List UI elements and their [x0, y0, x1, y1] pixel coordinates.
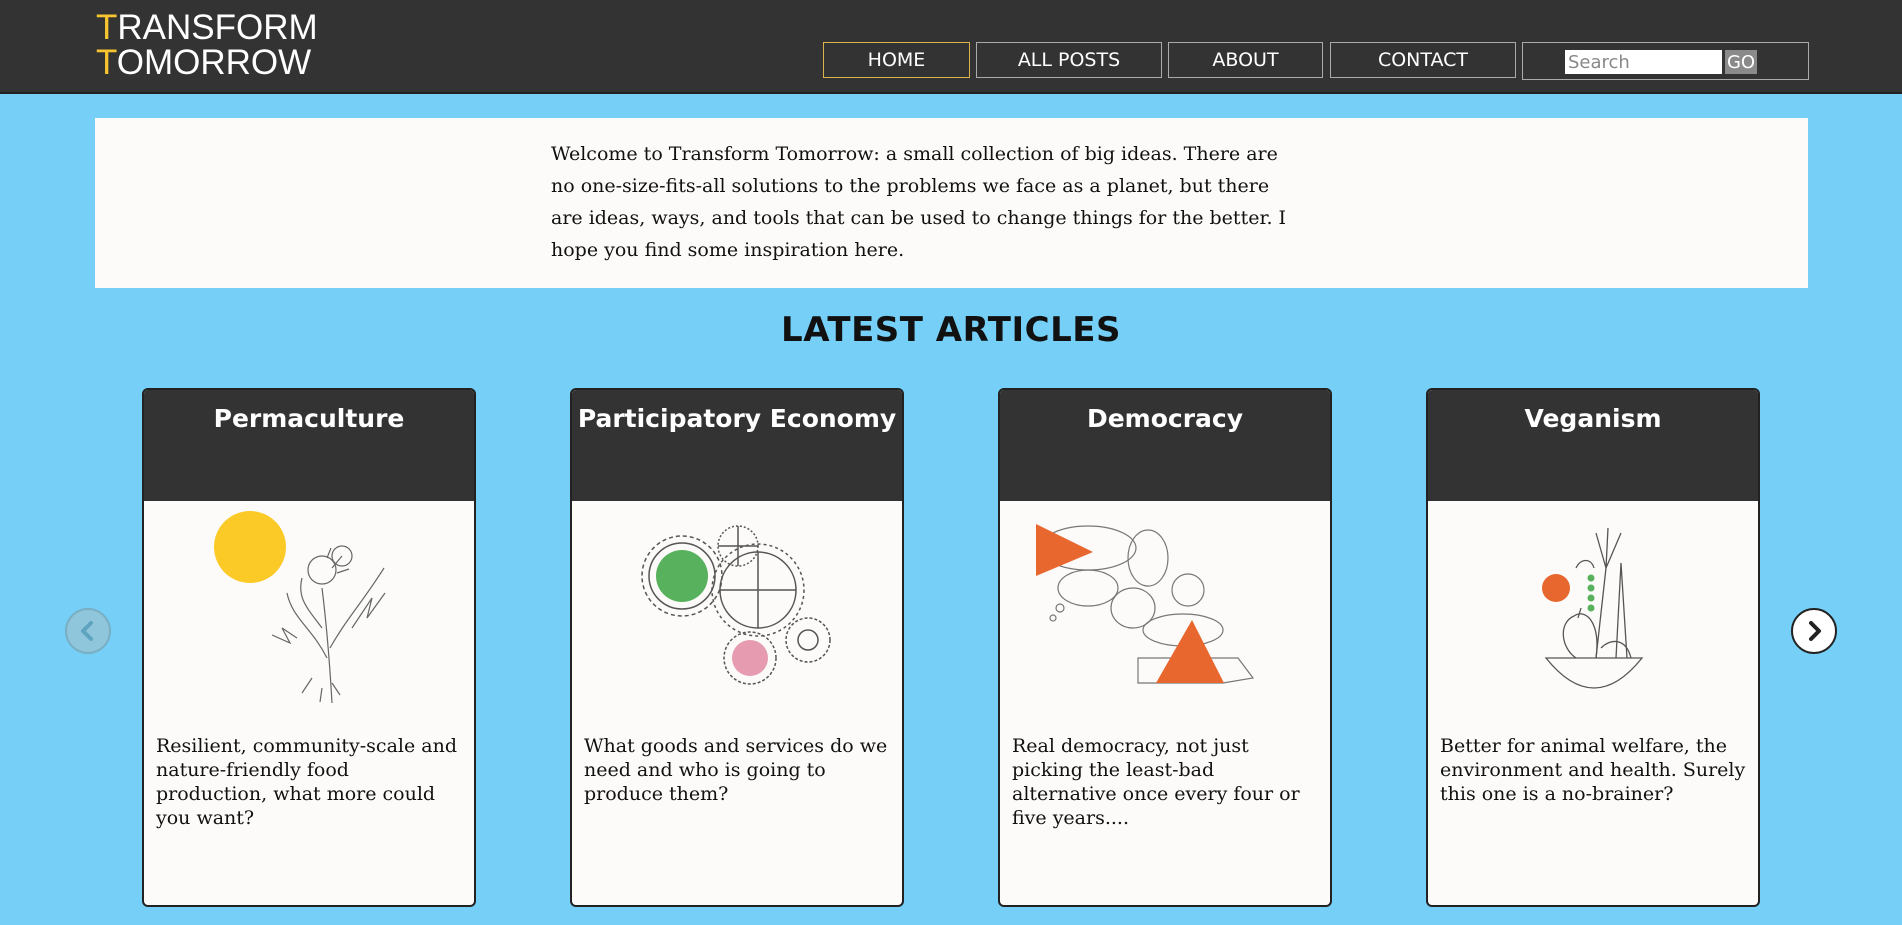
card-title: Democracy	[1086, 404, 1244, 433]
vegetable-bowl-illustration-icon	[1542, 527, 1644, 689]
card-title: Participatory Economy	[577, 404, 897, 433]
dandelion-illustration-icon	[214, 511, 386, 704]
nav-about[interactable]: ABOUT	[1168, 42, 1323, 78]
card-title: Veganism	[1524, 404, 1662, 433]
article-card-veganism[interactable]: Veganism Better for animal welfare, the …	[1426, 388, 1760, 907]
logo-word-2: OMORROW	[116, 43, 312, 82]
nav-contact[interactable]: CONTACT	[1330, 42, 1516, 78]
card-header: Permaculture	[144, 390, 474, 501]
intro-panel: Welcome to Transform Tomorrow: a small c…	[95, 118, 1808, 288]
search-go-button[interactable]: GO	[1725, 50, 1757, 74]
site-logo[interactable]: TRANSFORM TOMORROW	[96, 10, 318, 80]
logo-word-1: RANSFORM	[117, 8, 318, 47]
search-input[interactable]	[1565, 50, 1722, 74]
gears-illustration-icon	[641, 525, 831, 685]
chevron-left-icon	[81, 621, 93, 641]
article-card-democracy[interactable]: Democracy Real democracy, not just picki…	[998, 388, 1332, 907]
nav-all-posts[interactable]: ALL POSTS	[976, 42, 1162, 78]
card-header: Veganism	[1428, 390, 1758, 501]
card-description: Resilient, community-scale and nature-fr…	[156, 735, 457, 829]
card-description: Better for animal welfare, the environme…	[1440, 735, 1746, 805]
logo-cap-1: T	[96, 8, 118, 47]
card-header: Participatory Economy	[572, 390, 902, 501]
card-description: Real democracy, not just picking the lea…	[1012, 735, 1300, 829]
carousel-next-button[interactable]	[1791, 608, 1837, 654]
card-description: What goods and services do we need and w…	[584, 735, 888, 805]
speech-bubbles-illustration-icon	[1036, 524, 1255, 684]
site-header: TRANSFORM TOMORROW HOME ALL POSTS ABOUT …	[0, 0, 1902, 94]
latest-articles-heading: LATEST ARTICLES	[781, 310, 1121, 350]
nav-home[interactable]: HOME	[823, 42, 970, 78]
article-card-permaculture[interactable]: Permaculture Resilient, community-scale …	[142, 388, 476, 907]
card-header: Democracy	[1000, 390, 1330, 501]
chevron-right-icon	[1809, 621, 1821, 641]
carousel-prev-button[interactable]	[65, 608, 111, 654]
card-title: Permaculture	[213, 404, 405, 433]
search-box: GO	[1522, 42, 1809, 80]
logo-cap-2: T	[96, 43, 117, 82]
article-card-participatory-economy[interactable]: Participatory Economy What goods and ser…	[570, 388, 904, 907]
intro-text: Welcome to Transform Tomorrow: a small c…	[551, 143, 1287, 261]
